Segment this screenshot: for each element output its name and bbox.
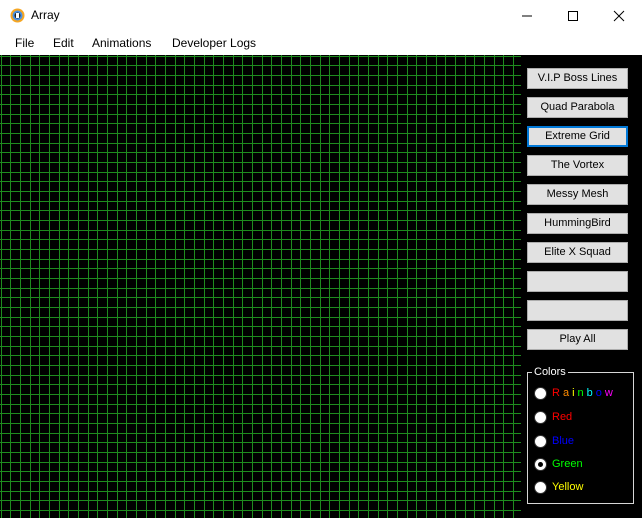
colors-group-title: Colors — [532, 366, 568, 379]
radio-selected-dot — [538, 462, 543, 467]
menu-edit[interactable]: Edit — [53, 36, 74, 50]
empty-button-1[interactable] — [527, 271, 628, 292]
maximize-icon — [568, 11, 578, 21]
title-bar: Array — [0, 0, 642, 31]
menu-animations[interactable]: Animations — [92, 36, 151, 50]
rainbow-letter: R — [552, 387, 560, 399]
rainbow-letter: b — [586, 387, 593, 399]
quad-parabola-button[interactable]: Quad Parabola — [527, 97, 628, 118]
menu-bar: File Edit Animations Developer Logs — [0, 31, 642, 55]
radio-label-blue: Blue — [552, 435, 575, 447]
extreme-grid-button[interactable]: Extreme Grid — [527, 126, 628, 147]
radio-label-green: Green — [552, 458, 583, 470]
close-button[interactable] — [596, 0, 642, 31]
radio-label-yellow: Yellow — [552, 481, 584, 493]
radio-button[interactable] — [534, 481, 547, 494]
radio-button-selected[interactable] — [534, 458, 547, 471]
messy-mesh-button[interactable]: Messy Mesh — [527, 184, 628, 205]
play-all-button[interactable]: Play All — [527, 329, 628, 350]
rainbow-letter: n — [577, 387, 584, 399]
drawing-canvas[interactable] — [0, 55, 521, 518]
maximize-button[interactable] — [550, 0, 596, 31]
rainbow-letter: i — [572, 387, 575, 399]
minimize-button[interactable] — [504, 0, 550, 31]
close-icon — [613, 10, 625, 22]
radio-button[interactable] — [534, 411, 547, 424]
hummingbird-button[interactable]: HummingBird — [527, 213, 628, 234]
radio-label-rainbow: Rainbow — [552, 387, 616, 400]
menu-developer-logs[interactable]: Developer Logs — [172, 36, 256, 50]
radio-label-red: Red — [552, 411, 573, 423]
minimize-icon — [522, 15, 532, 17]
app-icon — [10, 8, 25, 23]
grid-lines — [0, 55, 521, 518]
rainbow-letter: o — [595, 387, 602, 399]
menu-file[interactable]: File — [15, 36, 34, 50]
elite-x-squad-button[interactable]: Elite X Squad — [527, 242, 628, 263]
empty-button-2[interactable] — [527, 300, 628, 321]
rainbow-letter: w — [604, 387, 613, 399]
rainbow-letter: a — [562, 387, 570, 399]
radio-button[interactable] — [534, 435, 547, 448]
window-title: Array — [31, 8, 60, 22]
vip-boss-lines-button[interactable]: V.I.P Boss Lines — [527, 68, 628, 89]
radio-button[interactable] — [534, 387, 547, 400]
the-vortex-button[interactable]: The Vortex — [527, 155, 628, 176]
